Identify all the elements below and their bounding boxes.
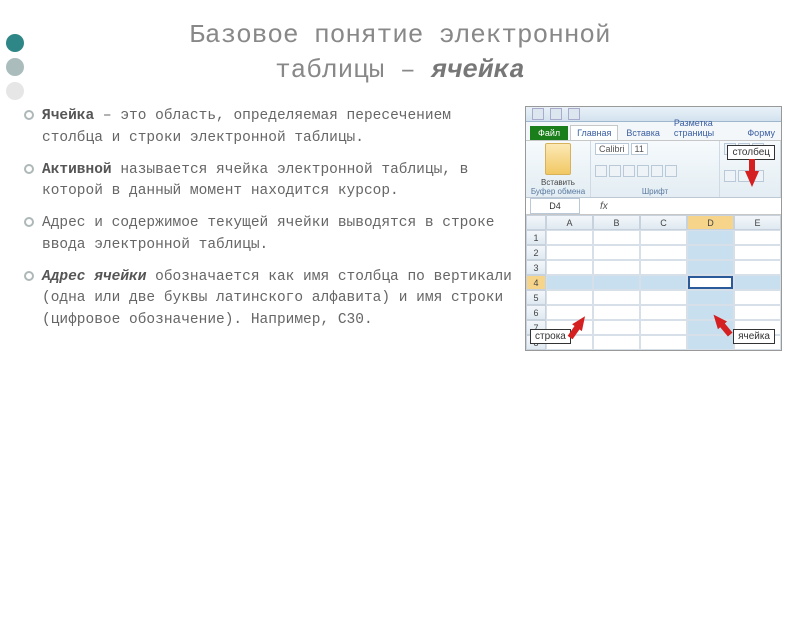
row-header: 4 [526,275,546,290]
grid-cell [640,305,687,320]
grid-cell [593,290,640,305]
redo-icon [568,108,580,120]
grid-cell [640,245,687,260]
ribbon-group-font: Calibri 11 Шрифт [591,141,720,197]
column-header: B [593,215,640,230]
grid-cell [546,290,593,305]
fill-icon [651,165,663,177]
italic-icon [609,165,621,177]
grid-cell [593,305,640,320]
row-header: 2 [526,245,546,260]
grid-cell [593,230,640,245]
column-header: D [687,215,734,230]
callout-row: строка [530,329,571,344]
tab-layout: Разметка страницы [668,116,739,140]
row-header: 6 [526,305,546,320]
select-all-corner [526,215,546,230]
grid-cell [734,290,781,305]
group-label-clipboard: Буфер обмена [530,187,586,196]
tab-formulas: Форму [741,126,781,140]
title-emphasis: ячейка [431,55,525,85]
fx-icon: fx [600,201,608,212]
column-header: E [734,215,781,230]
ribbon-group-clipboard: Вставить Буфер обмена [526,141,591,197]
callout-column: столбец [727,145,775,160]
paste-icon [545,143,571,175]
grid-cell [640,275,687,290]
grid-cell [687,275,734,290]
column-header: A [546,215,593,230]
grid-cell [687,335,734,350]
border-icon [637,165,649,177]
font-size-box: 11 [631,143,648,155]
grid-cell [734,260,781,275]
bullet-list: Ячейка – это область, определяемая перес… [24,106,517,351]
term-bold: Активной [42,162,112,178]
grid-cell [734,305,781,320]
tab-home: Главная [570,125,618,140]
bold-icon [595,165,607,177]
font-color-icon [665,165,677,177]
paste-label: Вставить [530,178,586,187]
content-area: Ячейка – это область, определяемая перес… [0,106,800,351]
grid-cell [640,230,687,245]
grid-cell [687,245,734,260]
ribbon-tabs: Файл Главная Вставка Разметка страницы Ф… [526,122,781,141]
excel-window: Файл Главная Вставка Разметка страницы Ф… [525,106,782,351]
tab-insert: Вставка [620,126,665,140]
grid-cell [640,320,687,335]
term-text: – это область, определяемая пересечением… [42,108,451,146]
column-header: C [640,215,687,230]
dot-icon [6,34,24,52]
group-label-font: Шрифт [595,187,715,196]
grid-cell [546,260,593,275]
grid-cell [734,245,781,260]
grid-cell [593,320,640,335]
row-header: 3 [526,260,546,275]
grid-cell [546,230,593,245]
grid-cell [593,275,640,290]
excel-illustration: Файл Главная Вставка Разметка страницы Ф… [525,106,780,351]
slide-title: Базовое понятие электронной таблицы – яч… [40,18,760,88]
grid-cell [687,230,734,245]
list-item: Активной называется ячейка электронной т… [24,160,517,204]
undo-icon [550,108,562,120]
grid-cell [640,335,687,350]
grid-cell [687,260,734,275]
title-line-1: Базовое понятие электронной [189,20,610,50]
dot-icon [6,58,24,76]
grid-cell [640,260,687,275]
quick-access-toolbar [526,107,781,122]
grid-cell [546,275,593,290]
row-header: 1 [526,230,546,245]
underline-icon [623,165,635,177]
grid-cell [593,245,640,260]
save-icon [532,108,544,120]
grid-cell [734,230,781,245]
align-icon [724,170,736,182]
grid-cell [593,260,640,275]
formula-bar: D4 fx [526,198,781,215]
term-text: Адрес и содержимое текущей ячейки выводя… [42,215,494,253]
ribbon: Вставить Буфер обмена Calibri 11 [526,141,781,198]
list-item: Адрес ячейки обозначается как имя столбц… [24,267,517,332]
grid-cell [546,245,593,260]
title-line-2: таблицы – [275,55,431,85]
term-bold-italic: Адрес ячейки [42,269,146,285]
grid-cell [687,290,734,305]
file-tab: Файл [530,126,568,140]
row-header: 5 [526,290,546,305]
callout-cell: ячейка [733,329,775,344]
grid-cell [640,290,687,305]
list-item: Ячейка – это область, определяемая перес… [24,106,517,150]
decorative-dots [6,34,24,106]
list-item: Адрес и содержимое текущей ячейки выводя… [24,213,517,257]
term-bold: Ячейка [42,108,94,124]
arrow-down-icon [745,171,759,187]
name-box: D4 [530,198,580,214]
grid-cell [734,275,781,290]
font-name-box: Calibri [595,143,629,155]
dot-icon [6,82,24,100]
grid-cell [593,335,640,350]
